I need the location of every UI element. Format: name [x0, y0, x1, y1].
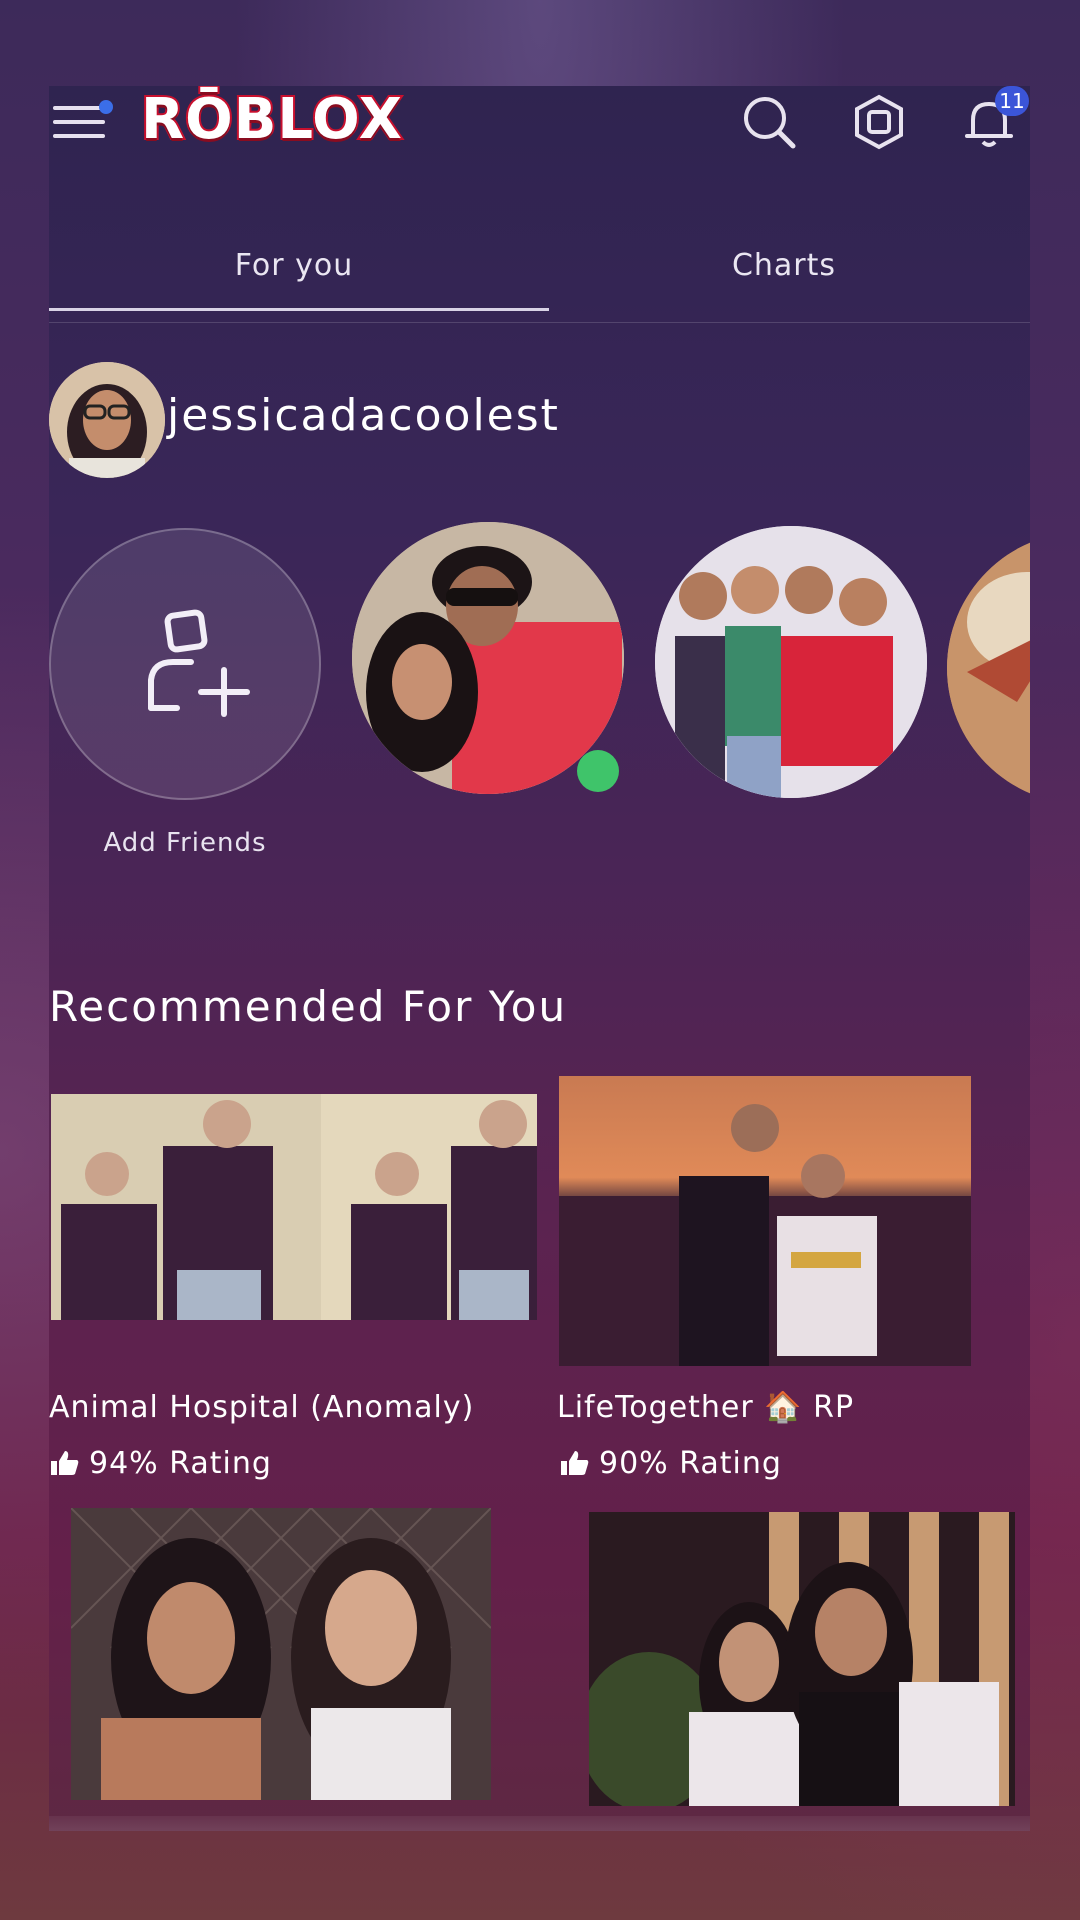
top-bar: RŌBLOX 11 [49, 86, 1030, 176]
game-title: LifeTogether 🏠 RP [557, 1390, 855, 1425]
online-status-dot [577, 750, 619, 792]
game-thumbnail [71, 1508, 491, 1800]
menu-icon[interactable] [53, 100, 113, 140]
thumbs-up-icon [561, 1451, 589, 1475]
tab-charts[interactable]: Charts [539, 226, 1029, 322]
rating-text: 90% Rating [599, 1446, 782, 1481]
menu-notification-dot [99, 100, 113, 114]
add-user-icon [148, 609, 250, 717]
cut-off-row [49, 1816, 1030, 1831]
robux-icon[interactable] [849, 92, 909, 152]
username[interactable]: jessicadacoolest [167, 390, 560, 441]
roblox-logo[interactable]: RŌBLOX [139, 86, 431, 154]
game-card[interactable]: Animal Hospital (Anomaly) 94% Rating [49, 1094, 539, 1554]
rating-text: 94% Rating [89, 1446, 272, 1481]
game-thumbnail [559, 1076, 971, 1366]
game-thumbnail [51, 1094, 537, 1320]
section-title: Recommended For You [49, 982, 568, 1031]
add-friends-button[interactable] [49, 528, 321, 800]
game-rating: 90% Rating [561, 1446, 782, 1481]
active-tab-indicator [49, 308, 549, 311]
friend-avatar[interactable] [947, 532, 1030, 804]
app-screen: RŌBLOX 11 For you Charts jessicadacooles… [49, 86, 1030, 1831]
search-icon[interactable] [739, 92, 799, 152]
game-card[interactable] [71, 1508, 491, 1808]
notification-badge: 11 [995, 86, 1029, 116]
friend-avatar[interactable] [655, 526, 927, 798]
user-avatar[interactable] [49, 362, 165, 478]
game-card[interactable]: LifeTogether 🏠 RP 90% Rating [557, 1076, 1029, 1554]
add-friends-label: Add Friends [103, 828, 267, 858]
friend-avatar[interactable] [352, 522, 624, 794]
game-thumbnail [589, 1512, 1015, 1806]
game-rating: 94% Rating [51, 1446, 272, 1481]
game-title: Animal Hospital (Anomaly) [49, 1390, 475, 1425]
thumbs-up-icon [51, 1451, 79, 1475]
game-card[interactable] [589, 1512, 1019, 1812]
